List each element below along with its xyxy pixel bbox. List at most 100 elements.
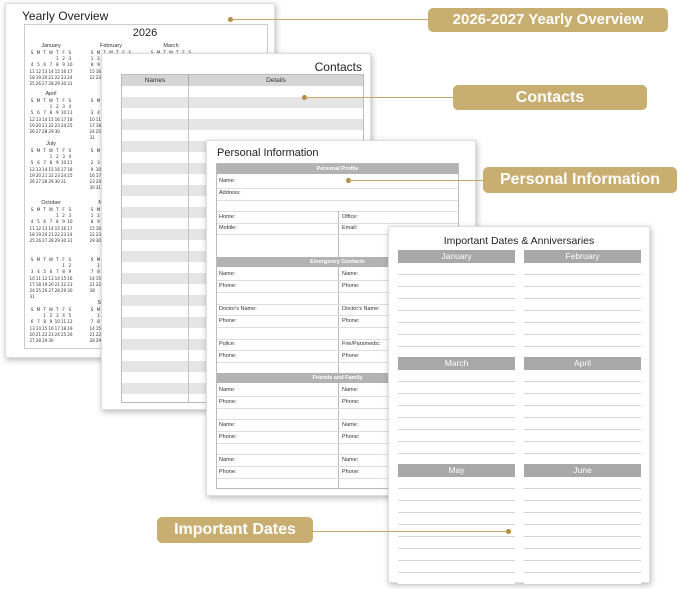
important-dates-page: Important Dates & Anniversaries January …	[388, 226, 650, 585]
callout-leader-line	[312, 531, 508, 532]
phone-label: Phone:	[342, 399, 360, 405]
month-header: January	[398, 250, 515, 263]
callout-leader-line	[349, 180, 484, 181]
month-header: June	[524, 464, 641, 477]
yearly-overview-title: Yearly Overview	[22, 9, 109, 23]
phone-label: Phone:	[219, 399, 237, 405]
month-block-march: March	[398, 357, 515, 454]
contacts-title: Contacts	[314, 60, 362, 74]
date-lines	[524, 477, 641, 585]
day-grid: 1234567891011121314151617181920212223242…	[29, 56, 73, 87]
column-divider	[338, 267, 339, 373]
month-name: October	[41, 200, 61, 206]
mini-month: SMTWTFS123456789101112131415161718192021…	[29, 300, 73, 344]
day-number: 31	[67, 238, 73, 244]
month-name: July	[46, 141, 56, 147]
month-header: March	[398, 357, 515, 370]
name-label: Name:	[219, 271, 236, 277]
callout-label: 2026-2027 Yearly Overview	[428, 8, 668, 32]
name-label: Name:	[342, 387, 359, 393]
column-divider	[188, 86, 189, 402]
field-line	[217, 188, 458, 189]
name-label: Name:	[219, 178, 236, 184]
field-line	[217, 200, 458, 201]
day-grid: 1234567891011121314151617181920212223242…	[29, 154, 73, 185]
calendar-year: 2026	[132, 27, 158, 39]
mini-month: October S M T W T F S 1 2 3 4 5 6 7 8 9 10 11 12 13 14 15 16 17 1…	[29, 200, 73, 244]
office-label: Office:	[342, 214, 358, 220]
month-block-february: February	[524, 250, 641, 347]
address-label: Address:	[219, 190, 241, 196]
police-label: Police:	[219, 341, 236, 347]
doctor-name-label: Doctor's Name:	[342, 306, 380, 312]
date-lines	[524, 263, 641, 347]
month-name: March	[163, 43, 179, 49]
day-number: 30	[54, 129, 60, 135]
phone-label: Phone:	[342, 353, 360, 359]
doctor-name-label: Doctor's Name:	[219, 306, 257, 312]
month-name	[29, 300, 73, 307]
month-name: February	[99, 43, 122, 49]
callout-leader-line	[305, 97, 454, 98]
day-number: 26	[67, 331, 73, 337]
day-number: 25	[67, 122, 73, 128]
mobile-label: Mobile:	[219, 225, 237, 231]
details-column-header: Details	[266, 77, 286, 84]
mini-month: SMTWTFS123456789101112131415161718192021…	[29, 250, 73, 300]
month-block-may: May	[398, 464, 515, 585]
callout-label: Personal Information	[483, 167, 677, 193]
phone-label: Phone:	[219, 318, 237, 324]
phone-label: Phone:	[342, 469, 360, 475]
phone-label: Phone:	[219, 434, 237, 440]
name-label: Name:	[219, 457, 236, 463]
month-header: February	[524, 250, 641, 263]
day-number: 30	[67, 288, 73, 294]
name-label: Name:	[219, 387, 236, 393]
contacts-table-header: Names Details	[122, 75, 363, 86]
date-lines	[398, 263, 515, 347]
month-block-june: June	[524, 464, 641, 585]
personal-profile-header: Personal Profile	[217, 164, 458, 174]
month-name: April	[45, 91, 57, 97]
important-dates-title: Important Dates & Anniversaries	[443, 235, 595, 247]
name-label: Name:	[219, 422, 236, 428]
month-header: May	[398, 464, 515, 477]
day-number: 31	[67, 81, 73, 87]
day-number: 31	[60, 179, 67, 185]
callout-label: Important Dates	[157, 517, 313, 543]
phone-label: Phone:	[342, 318, 360, 324]
field-line	[217, 223, 458, 224]
mini-month: July S M T W T F S 1 2 3 4 5 6 7 8 9 10 11 12 13 14 15 16 17 18 19…	[29, 141, 73, 185]
phone-label: Phone:	[219, 353, 237, 359]
month-block-january: January	[398, 250, 515, 347]
day-number: 28	[89, 288, 95, 294]
names-column-header: Names	[122, 75, 189, 86]
name-label: Name:	[342, 271, 359, 277]
mini-month: April S M T W T F S 1 2 3 4 5 6 7 8 9 10 11 12 13 14 15 16 17 18 1…	[29, 91, 73, 135]
month-name	[29, 250, 73, 257]
day-grid: 1234567891011121314151617181920212223242…	[29, 263, 73, 300]
day-grid: 1234567891011121314151617181920212223242…	[29, 213, 73, 244]
month-block-april: April	[524, 357, 641, 454]
day-number: 30	[48, 338, 54, 344]
name-label: Name:	[342, 457, 359, 463]
callout-dot	[506, 529, 511, 534]
phone-label: Phone:	[342, 283, 360, 289]
day-number: 25	[67, 172, 73, 178]
column-divider	[338, 383, 339, 489]
callout-label: Contacts	[453, 85, 647, 110]
date-lines	[398, 370, 515, 454]
email-label: Email:	[342, 225, 358, 231]
mini-month: January S M T W T F S 1 2 3 4 5 6 7 8 9 10 11 12 13 14 15 16 17 1…	[29, 43, 73, 87]
month-header: April	[524, 357, 641, 370]
name-label: Name:	[342, 422, 359, 428]
day-grid: 1234567891011121314151617181920212223242…	[29, 104, 73, 135]
personal-information-title: Personal Information	[217, 147, 319, 159]
callout-leader-line	[231, 19, 429, 20]
phone-label: Phone:	[219, 283, 237, 289]
fire-paramedic-label: Fire/Paramedic:	[342, 341, 381, 347]
phone-label: Phone:	[219, 469, 237, 475]
home-label: Home:	[219, 214, 236, 220]
day-grid: 1234567891011121314151617181920212223242…	[29, 313, 73, 344]
date-lines	[524, 370, 641, 454]
